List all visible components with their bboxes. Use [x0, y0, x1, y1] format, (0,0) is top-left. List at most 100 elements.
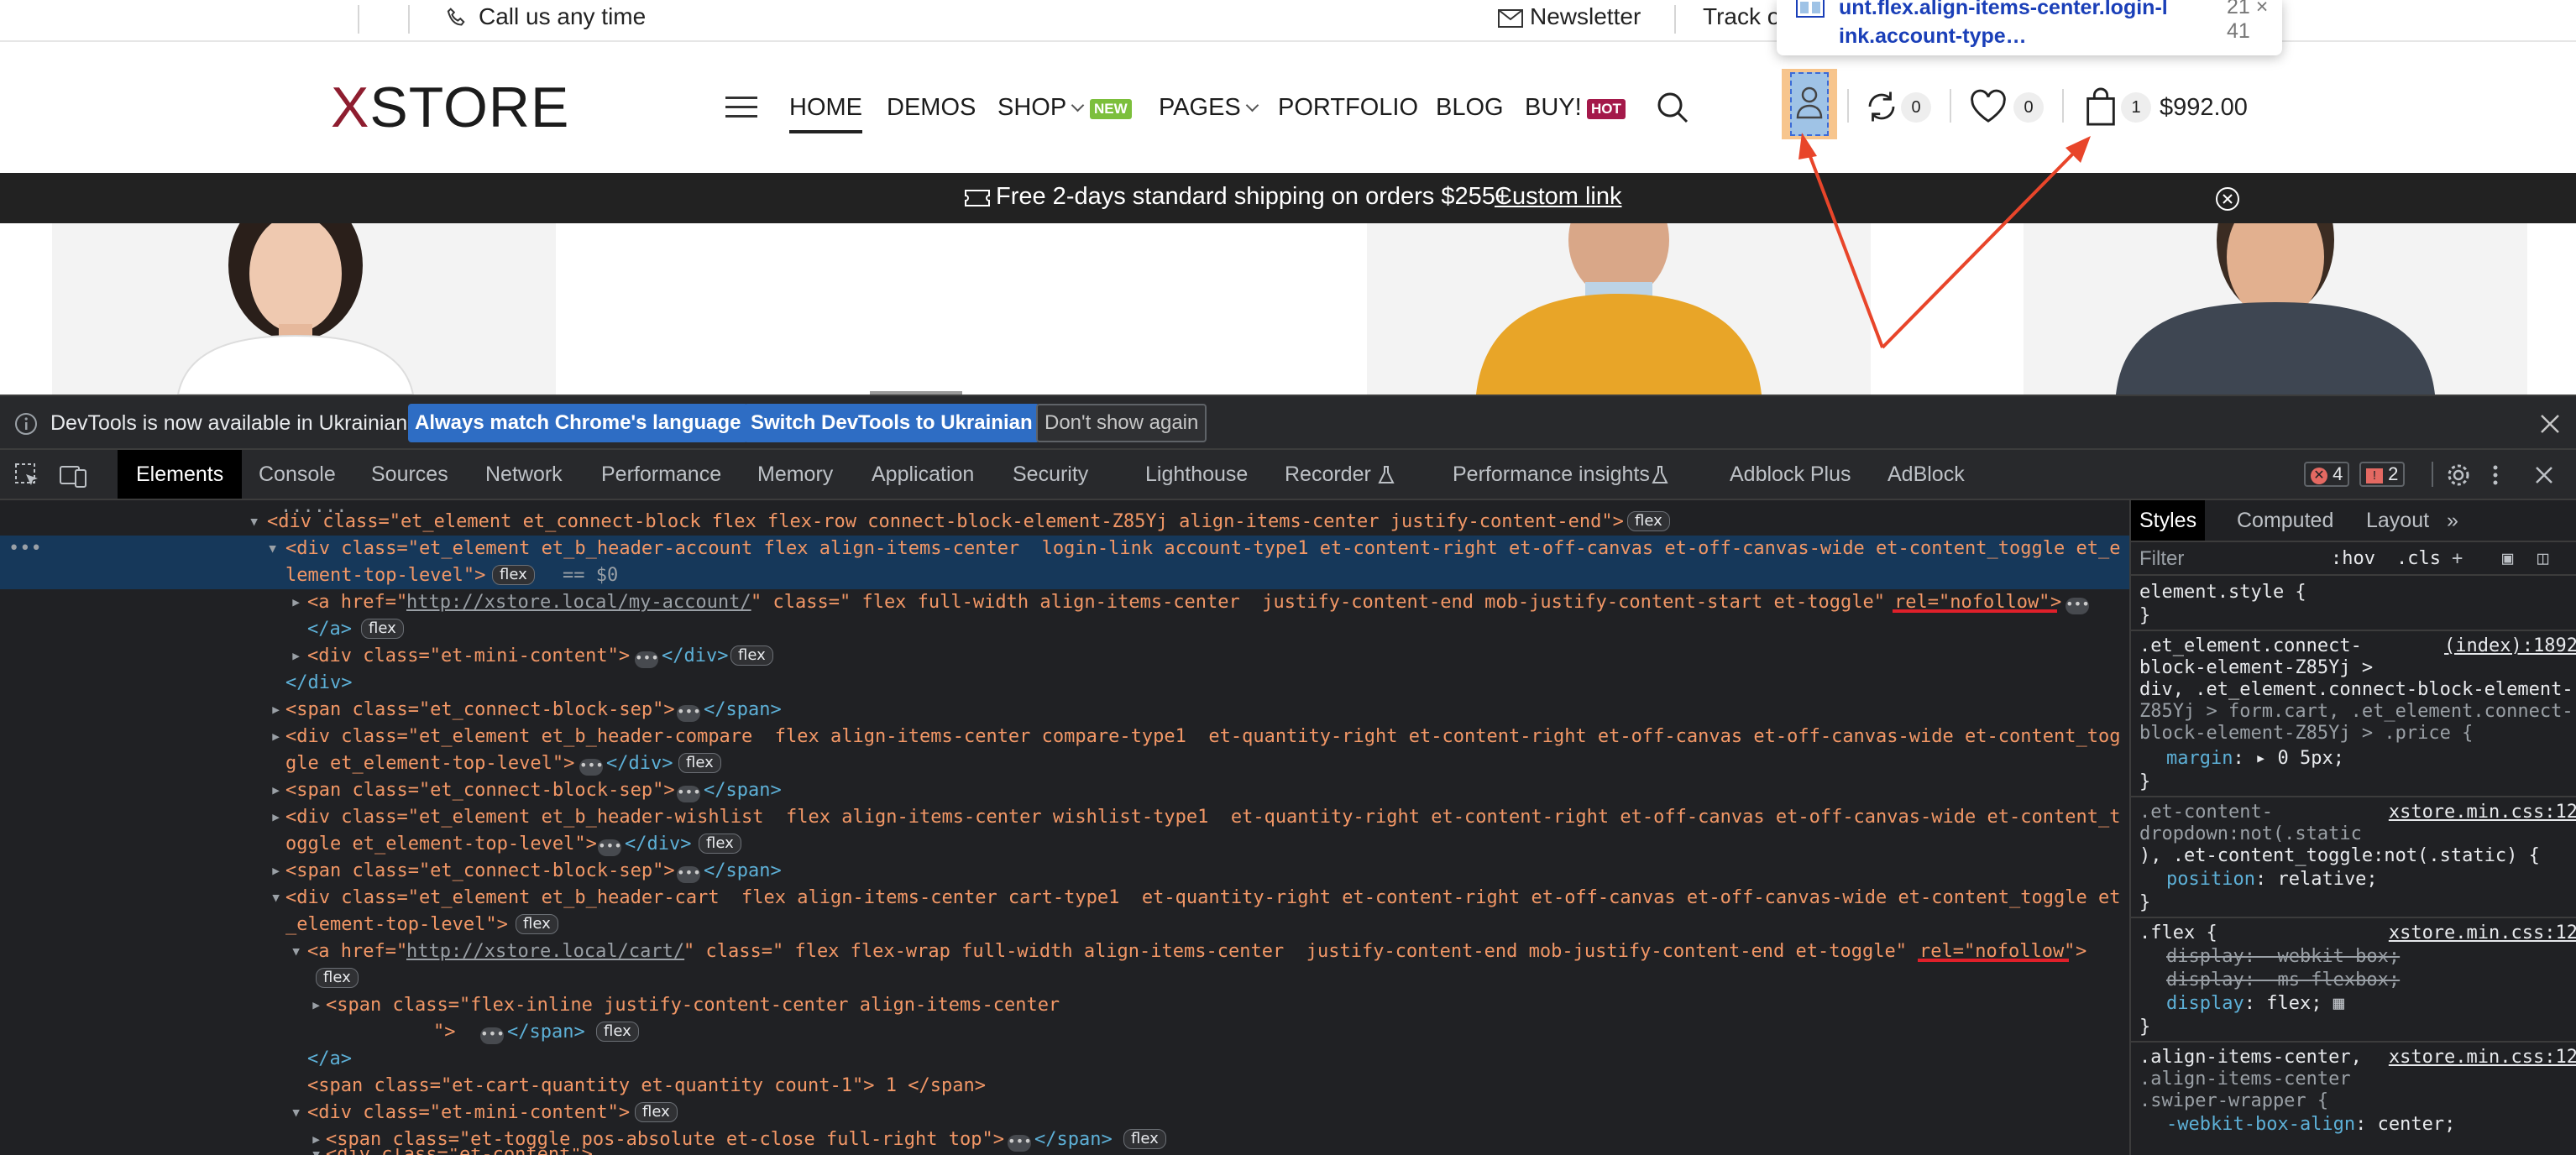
dom-line[interactable]: _element-top-level"> flex [0, 912, 2129, 938]
tab-computed[interactable]: Computed [2237, 500, 2333, 541]
dom-line[interactable]: </div> [0, 670, 2129, 697]
tab-adblock-plus[interactable]: Adblock Plus [1730, 450, 1851, 499]
dom-node-sep[interactable]: <span class="et_connect-block-sep"> [285, 858, 675, 884]
kebab-menu-icon[interactable] [2490, 463, 2500, 487]
dom-node-mini-content[interactable]: <div class="et-mini-content"> [307, 1100, 630, 1126]
dom-node-sep[interactable]: <span class="et_connect-block-sep"> [285, 777, 675, 803]
dom-line[interactable]: "> ••• </span> flex [0, 1019, 2129, 1046]
flex-badge[interactable]: flex [492, 565, 535, 585]
tab-recorder[interactable]: Recorder [1285, 450, 1371, 499]
dom-line[interactable]: ▸ <a href=" http://xstore.local/my-accou… [0, 589, 2129, 616]
dom-line[interactable]: ▾ <a href=" http://xstore.local/cart/ " … [0, 938, 2129, 965]
dom-node-header-compare[interactable]: <div class="et_element et_b_header-compa… [285, 724, 2120, 750]
flex-badge[interactable]: flex [361, 619, 404, 639]
switch-to-ukrainian-button[interactable]: Switch DevTools to Ukrainian [744, 404, 1039, 442]
flexbox-editor-icon[interactable]: ▦ [2333, 993, 2344, 1014]
tab-adblock[interactable]: AdBlock [1887, 450, 1965, 499]
source-link[interactable]: xstore.min.css:12 [2385, 1046, 2576, 1069]
dom-node-cart-quantity[interactable]: <span class="et-cart-quantity et-quantit… [307, 1073, 986, 1099]
style-declaration[interactable]: margin: ▸ 0 5px; [2166, 747, 2576, 771]
source-link[interactable]: xstore.min.css:12 [2385, 801, 2576, 824]
tab-memory[interactable]: Memory [757, 450, 833, 499]
dom-line[interactable]: ▾ <div class="et_element et_b_header-car… [0, 885, 2129, 912]
overridden-declaration[interactable]: display: -webkit-box; [2166, 945, 2576, 969]
style-declaration[interactable]: -webkit-box-align: center; [2166, 1113, 2576, 1137]
dom-line[interactable]: ▸ <div class="et_element et_b_header-wis… [0, 804, 2129, 831]
dom-line[interactable]: flex [0, 965, 2129, 992]
ellipsis-icon[interactable]: ••• [677, 866, 701, 883]
dom-line[interactable]: ▾ <div class="et_element et_connect-bloc… [0, 509, 2129, 536]
style-declaration[interactable]: display: flex; ▦ [2166, 992, 2576, 1016]
paint-icon[interactable]: ▣ [2502, 547, 2527, 571]
tab-styles[interactable]: Styles [2131, 500, 2206, 541]
hov-toggle[interactable]: :hov [2331, 547, 2381, 571]
flex-badge[interactable]: flex [316, 968, 359, 988]
ellipsis-icon[interactable]: ••• [677, 786, 701, 802]
property-value[interactable]: 0 5px; [2277, 748, 2343, 769]
ellipsis-icon[interactable]: ••• [579, 759, 604, 776]
add-rule-icon[interactable]: + [2452, 547, 2477, 571]
dom-line[interactable]: </a> flex [0, 616, 2129, 643]
tab-security[interactable]: Security [1013, 450, 1088, 499]
always-match-language-button[interactable]: Always match Chrome's language [408, 404, 748, 442]
tab-elements[interactable]: Elements [118, 450, 243, 499]
close-icon[interactable] [2539, 413, 2561, 435]
tab-application[interactable]: Application [872, 450, 974, 499]
flex-badge[interactable]: flex [699, 834, 741, 854]
dom-line[interactable]: ▾ <div class="et-mini-content"> flex [0, 1100, 2129, 1126]
dom-node-header-cart[interactable]: <div class="et_element et_b_header-cart … [285, 885, 2120, 911]
style-rule-selector[interactable]: .flex {xstore.min.css:12 [2139, 922, 2576, 945]
source-link[interactable]: (index):1892 [2441, 635, 2576, 658]
chevron-double-right-icon[interactable]: » [2447, 500, 2458, 541]
dom-node-header-account[interactable]: <div class="et_element et_b_header-accou… [285, 536, 2120, 562]
tab-sources[interactable]: Sources [371, 450, 448, 499]
dom-line-selected[interactable]: ••• ▾ <div class="et_element et_b_header… [0, 536, 2129, 562]
dom-line-selected[interactable]: lement-top-level"> flex == $0 [0, 562, 2129, 589]
style-rule-element[interactable]: element.style { [2139, 581, 2576, 604]
my-account-link[interactable]: http://xstore.local/my-account/ [406, 589, 751, 615]
inspect-element-icon[interactable] [13, 462, 40, 489]
dom-node-header-wishlist[interactable]: <div class="et_element et_b_header-wishl… [285, 804, 2120, 830]
style-rule-selector[interactable]: .et-content-xstore.min.css:12 [2139, 801, 2576, 824]
close-icon[interactable] [2534, 465, 2554, 485]
flex-badge[interactable]: flex [635, 1102, 678, 1122]
flex-badge[interactable]: flex [678, 753, 721, 773]
property-value[interactable]: flex; [2266, 993, 2322, 1014]
sidebar-toggle-icon[interactable]: ◫ [2537, 547, 2563, 571]
flex-badge[interactable]: flex [1123, 1129, 1166, 1149]
warning-count-badge[interactable]: ! 2 [2359, 462, 2406, 487]
flex-badge[interactable]: flex [596, 1022, 639, 1042]
tab-layout[interactable]: Layout [2366, 500, 2429, 541]
ellipsis-icon[interactable]: ••• [635, 651, 659, 668]
tab-lighthouse[interactable]: Lighthouse [1145, 450, 1248, 499]
dom-node-sep[interactable]: <span class="et_connect-block-sep"> [285, 697, 675, 723]
tab-network[interactable]: Network [485, 450, 563, 499]
tab-console[interactable]: Console [259, 450, 336, 499]
device-toolbar-icon[interactable] [59, 462, 87, 489]
overridden-declaration[interactable]: display: -ms-flexbox; [2166, 969, 2576, 992]
dom-line[interactable]: oggle et_element-top-level"> ••• </div> … [0, 831, 2129, 858]
error-count-badge[interactable]: ✕ 4 [2304, 462, 2350, 487]
ellipsis-icon[interactable]: ••• [598, 839, 622, 856]
dom-line[interactable]: ▸ <span class="flex-inline justify-conte… [0, 992, 2129, 1019]
flex-badge[interactable]: flex [516, 914, 558, 934]
dom-line[interactable]: <span class="et-cart-quantity et-quantit… [0, 1073, 2129, 1100]
cart-link[interactable]: http://xstore.local/cart/ [406, 938, 684, 964]
style-declaration[interactable]: position: relative; [2166, 868, 2576, 891]
ellipsis-icon[interactable]: ••• [480, 1027, 505, 1044]
dom-line[interactable]: ▸ <span class="et_connect-block-sep"> ••… [0, 777, 2129, 804]
dom-line[interactable]: ▸ <div class="et_element et_b_header-com… [0, 724, 2129, 750]
dom-line[interactable]: ▸ <span class="et_connect-block-sep"> ••… [0, 697, 2129, 724]
property-value[interactable]: center; [2378, 1114, 2456, 1135]
dom-node-flex-inline[interactable]: <span class="flex-inline justify-content… [326, 992, 1060, 1018]
style-rule-selector[interactable]: .et_element.connect- (index):1892 [2139, 635, 2576, 658]
cls-toggle[interactable]: .cls [2396, 547, 2441, 571]
gear-icon[interactable] [2445, 462, 2472, 489]
dom-line[interactable]: gle et_element-top-level"> ••• </div> fl… [0, 750, 2129, 777]
dom-line[interactable]: ▸ <span class="et_connect-block-sep"> ••… [0, 858, 2129, 885]
dom-line[interactable]: </a> [0, 1046, 2129, 1073]
dom-node-mini-content[interactable]: <div class="et-mini-content"> [307, 643, 630, 669]
ellipsis-icon[interactable]: ••• [677, 705, 701, 722]
property-value[interactable]: relative; [2277, 869, 2377, 890]
ellipsis-icon[interactable]: ••• [2066, 598, 2090, 614]
